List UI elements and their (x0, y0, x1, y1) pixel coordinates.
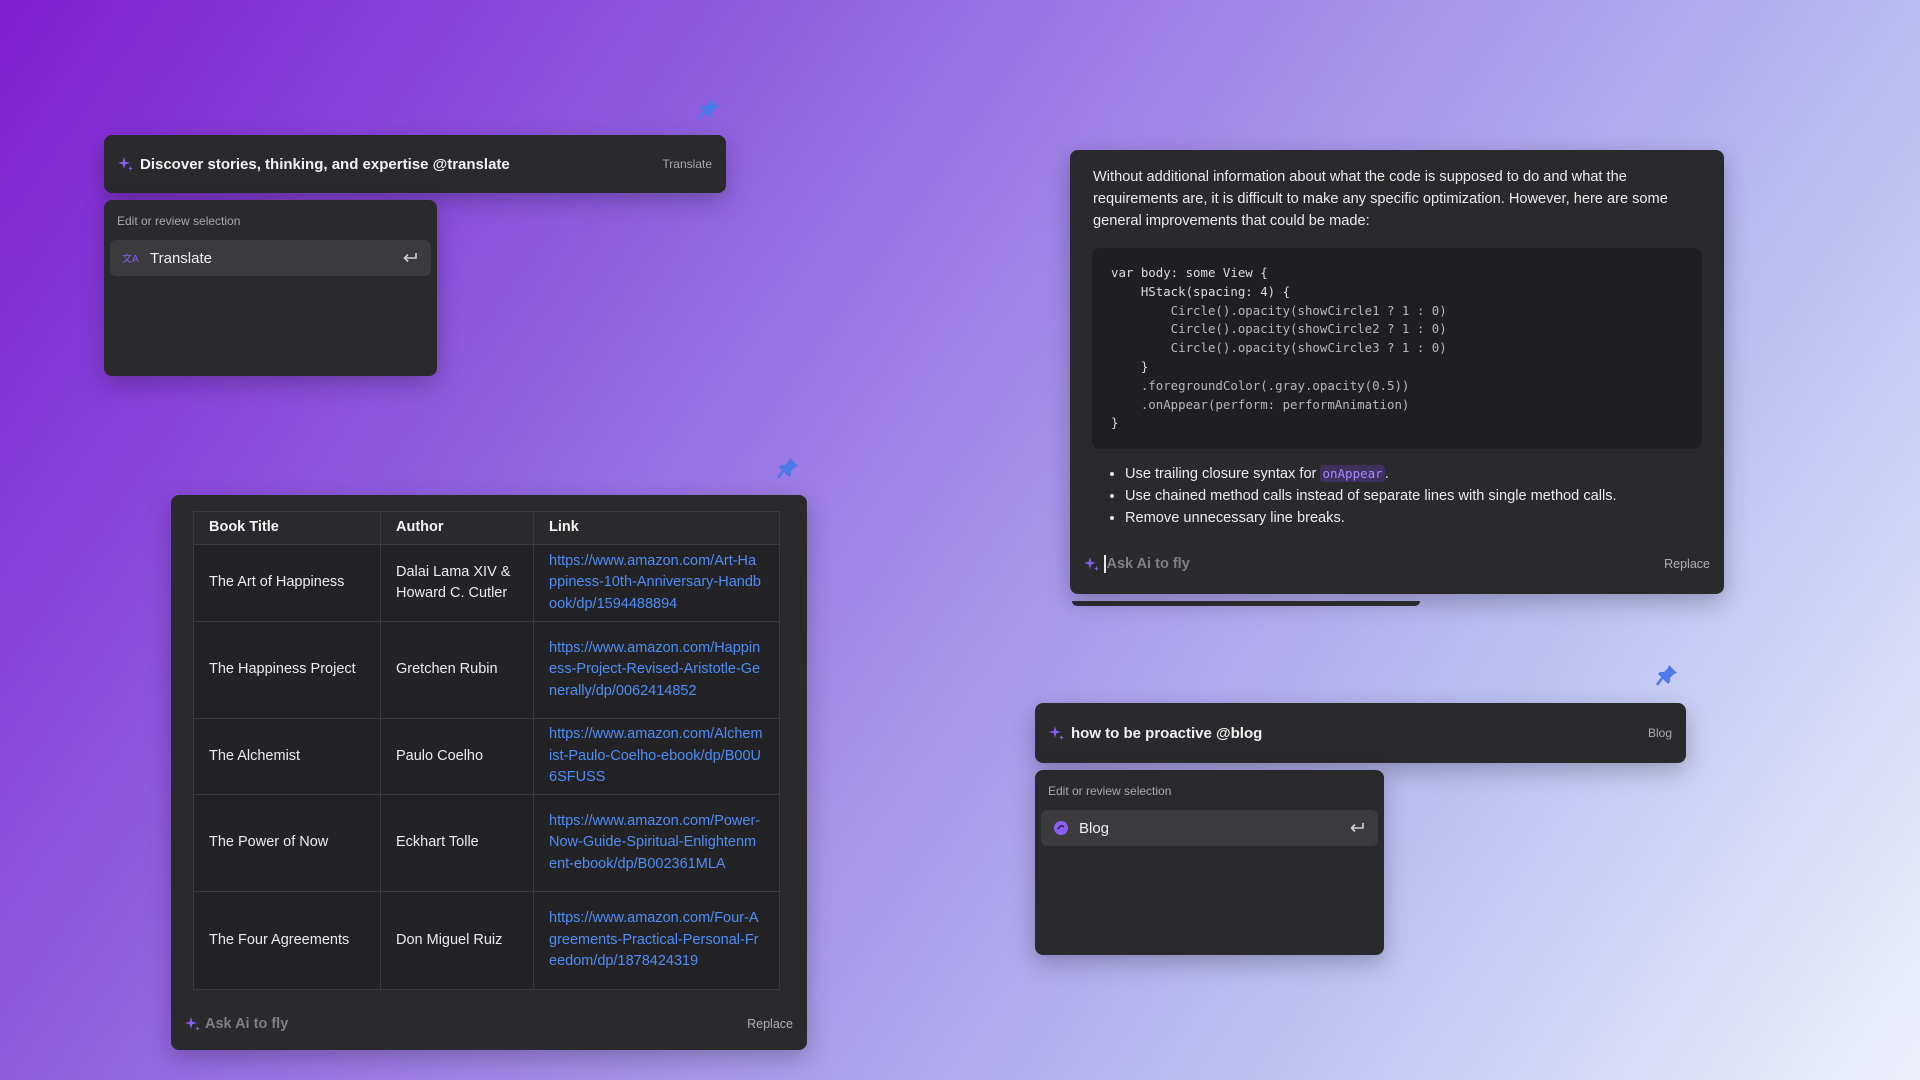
mode-tag: Translate (662, 157, 712, 171)
translate-prompt-bar[interactable]: Discover stories, thinking, and expertis… (104, 135, 726, 193)
table-row: The Art of Happiness Dalai Lama XIV & Ho… (193, 544, 780, 622)
code-line: Circle().opacity(showCircle2 ? 1 : 0) (1111, 321, 1447, 337)
list-item: Use trailing closure syntax for onAppear… (1125, 463, 1702, 485)
mode-tag: Blog (1647, 726, 1672, 740)
translate-icon: 文A (122, 252, 139, 265)
blog-prompt-bar[interactable]: how to be proactive @blog Blog (1035, 703, 1686, 763)
book-link[interactable]: https://www.amazon.com/Happiness-Project… (533, 621, 780, 719)
pin-icon[interactable] (697, 97, 721, 121)
menu-item-label: Translate (150, 249, 212, 267)
list-item: Remove unnecessary line breaks. (1125, 507, 1702, 529)
books-table: Book Title Author Link The Art of Happin… (193, 511, 780, 990)
replace-button[interactable]: Replace (1664, 557, 1710, 571)
enter-icon (403, 253, 417, 263)
code-line: Circle().opacity(showCircle1 ? 1 : 0) (1111, 302, 1447, 318)
sparkle-icon (1084, 557, 1099, 571)
table-row: The Alchemist Paulo Coelho https://www.a… (193, 718, 780, 795)
book-author: Gretchen Rubin (380, 621, 534, 719)
table-header-row: Book Title Author Link (193, 511, 780, 545)
enter-icon (1350, 823, 1364, 833)
code-answer-panel: Without additional information about wha… (1070, 150, 1724, 594)
svg-text:文A: 文A (122, 252, 139, 265)
prompt-text[interactable]: Discover stories, thinking, and expertis… (140, 156, 662, 173)
code-line: } (1111, 415, 1119, 431)
bullet-text: Use trailing closure syntax for (1125, 466, 1321, 483)
ask-input[interactable]: Ask Ai to fly (1107, 556, 1665, 572)
column-header: Book Title (193, 511, 381, 545)
book-link[interactable]: https://www.amazon.com/Alchemist-Paulo-C… (533, 718, 780, 795)
pin-icon[interactable] (776, 456, 800, 480)
pin-icon[interactable] (1655, 663, 1679, 687)
translate-menu: Edit or review selection 文A Translate (104, 200, 437, 376)
list-item: Use chained method calls instead of sepa… (1125, 485, 1702, 507)
table-row: The Happiness Project Gretchen Rubin htt… (193, 621, 780, 719)
answer-intro: Without additional information about wha… (1093, 169, 1668, 229)
bullet-text: . (1384, 466, 1389, 483)
table-row: The Four Agreements Don Miguel Ruiz http… (193, 891, 780, 990)
book-title: The Power of Now (193, 794, 381, 892)
column-header: Author (380, 511, 534, 545)
code-line: .foregroundColor(.gray.opacity(0.5)) (1111, 377, 1410, 393)
book-author: Don Miguel Ruiz (380, 891, 534, 990)
menu-item-label: Blog (1079, 819, 1110, 837)
book-link[interactable]: https://www.amazon.com/Art-Happiness-10t… (533, 544, 780, 622)
book-author: Paulo Coelho (380, 718, 534, 795)
ask-bar: Ask Ai to fly Replace (1070, 546, 1724, 582)
book-title: The Art of Happiness (193, 544, 381, 622)
column-header: Link (533, 511, 780, 545)
suggestion-list: Use trailing closure syntax for onAppear… (1070, 463, 1724, 529)
ask-input[interactable]: Ask Ai to fly (205, 1016, 747, 1032)
prompt-text[interactable]: how to be proactive @blog (1071, 725, 1648, 742)
book-title: The Four Agreements (193, 891, 381, 990)
menu-hint: Edit or review selection (1048, 784, 1172, 798)
code-block: var body: some View { HStack(spacing: 4)… (1092, 248, 1702, 450)
book-title: The Happiness Project (193, 621, 381, 719)
book-title: The Alchemist (193, 718, 381, 795)
code-line: Circle().opacity(showCircle3 ? 1 : 0) (1111, 340, 1447, 356)
inline-code: onAppear (1320, 465, 1385, 483)
menu-item-blog[interactable]: Blog (1041, 810, 1378, 846)
menu-item-translate[interactable]: 文A Translate (110, 240, 431, 276)
table-row: The Power of Now Eckhart Tolle https://w… (193, 794, 780, 892)
book-link[interactable]: https://www.amazon.com/Power-Now-Guide-S… (533, 794, 780, 892)
code-line: var body: some View { (1111, 265, 1268, 280)
code-line: .onAppear(perform: performAnimation) (1111, 396, 1410, 412)
ask-bar: Ask Ai to fly Replace (171, 1006, 807, 1042)
book-author: Dalai Lama XIV & Howard C. Cutler (380, 544, 534, 622)
sparkle-icon (185, 1017, 200, 1031)
text-cursor (1104, 555, 1106, 573)
menu-hint: Edit or review selection (117, 214, 241, 228)
book-link[interactable]: https://www.amazon.com/Four-Agreements-P… (533, 891, 780, 990)
blog-icon (1054, 821, 1068, 835)
sparkle-icon (118, 157, 133, 171)
blog-menu: Edit or review selection Blog (1035, 770, 1384, 955)
panel-edge (1072, 601, 1420, 606)
sparkle-icon (1049, 726, 1064, 740)
code-line: } (1111, 358, 1149, 374)
book-author: Eckhart Tolle (380, 794, 534, 892)
table-answer-panel: Book Title Author Link The Art of Happin… (171, 495, 807, 1050)
replace-button[interactable]: Replace (747, 1017, 793, 1031)
code-line: HStack(spacing: 4) { (1111, 283, 1291, 299)
